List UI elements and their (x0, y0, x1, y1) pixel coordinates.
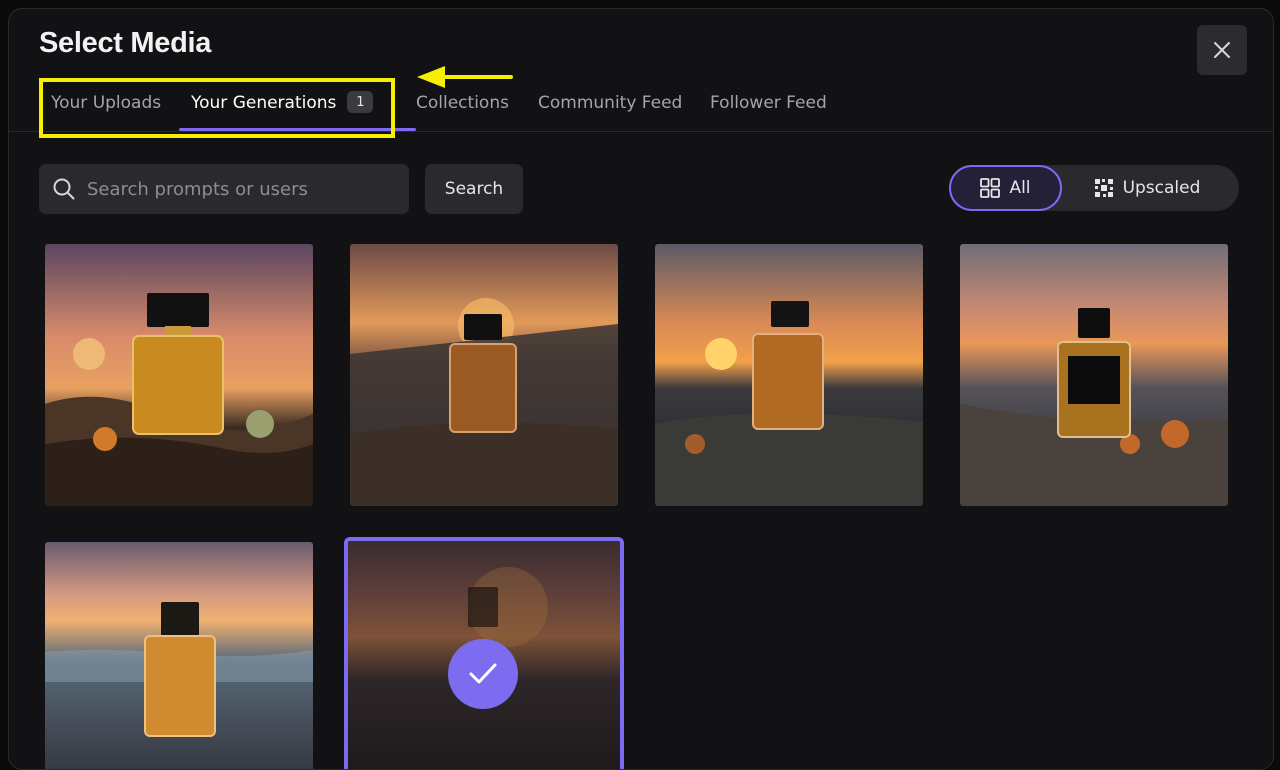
select-media-modal: Select Media Your Uploads Your Generatio… (8, 8, 1274, 770)
media-filter-toggle: All Upscaled (949, 165, 1239, 211)
tab-label: Follower Feed (710, 93, 827, 113)
tab-label: Community Feed (538, 93, 683, 113)
tab-your-generations[interactable]: Your Generations 1 (179, 91, 416, 131)
filter-all-button[interactable]: All (949, 165, 1062, 211)
tab-label: Your Uploads (51, 93, 162, 113)
tab-label: Collections (416, 93, 509, 113)
perfume-photo (45, 244, 313, 506)
tab-your-uploads[interactable]: Your Uploads (39, 93, 179, 131)
grid-icon (980, 178, 1001, 198)
search-icon (53, 178, 75, 200)
media-thumbnail[interactable] (960, 244, 1228, 506)
tab-label: Your Generations (191, 93, 337, 113)
filter-upscaled-label: Upscaled (1122, 178, 1201, 198)
tabs-divider (9, 131, 1273, 132)
media-thumbnail[interactable] (45, 244, 313, 506)
close-button[interactable] (1197, 25, 1247, 75)
perfume-photo (655, 244, 923, 506)
selected-indicator (448, 639, 518, 709)
tab-community-feed[interactable]: Community Feed (538, 93, 710, 131)
search-button[interactable]: Search (425, 164, 523, 214)
modal-title: Select Media (39, 27, 212, 59)
search-field[interactable] (39, 164, 409, 214)
media-thumbnail[interactable] (350, 244, 618, 506)
tab-count-badge: 1 (347, 91, 374, 113)
checkmark-icon (469, 663, 497, 684)
media-thumbnail[interactable] (45, 542, 313, 769)
media-thumbnail[interactable] (655, 244, 923, 506)
tutorial-arrow-icon (417, 66, 513, 88)
perfume-photo (350, 244, 618, 506)
media-tabs: Your Uploads Your Generations 1 Collecti… (39, 91, 840, 131)
close-icon (1214, 42, 1230, 58)
filter-all-label: All (1009, 178, 1031, 198)
media-thumbnail-selected[interactable] (344, 537, 624, 769)
tab-follower-feed[interactable]: Follower Feed (710, 93, 840, 131)
filter-upscaled-button[interactable]: Upscaled (1062, 165, 1232, 211)
perfume-photo (960, 244, 1228, 506)
tab-collections[interactable]: Collections (416, 93, 538, 131)
search-input[interactable] (85, 177, 379, 201)
perfume-photo (45, 542, 313, 769)
upscale-icon (1094, 179, 1113, 197)
